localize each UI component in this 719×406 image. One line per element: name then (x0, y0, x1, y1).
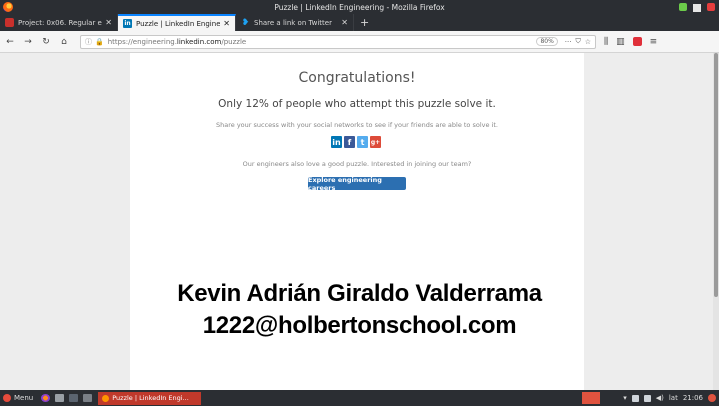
battery-icon[interactable] (643, 394, 651, 402)
url-text: https://engineering.linkedin.com/puzzle (107, 37, 247, 46)
library-icon[interactable]: ⫼ (604, 37, 608, 47)
name-overlay: Kevin Adrián Giraldo Valderrama 1222@hol… (0, 278, 719, 342)
googleplus-share-icon[interactable]: g+ (370, 136, 381, 148)
engineers-text: Our engineers also love a good puzzle. I… (242, 160, 472, 168)
firefox-launcher-icon[interactable] (41, 394, 51, 402)
window-titlebar: Puzzle | LinkedIn Engineering - Mozilla … (0, 0, 719, 14)
home-icon[interactable]: ⌂ (58, 37, 70, 47)
window-title: Puzzle | LinkedIn Engineering - Mozilla … (274, 2, 445, 12)
tab-label: Share a link on Twitter (254, 18, 332, 27)
social-share-buttons: in f t g+ (331, 136, 381, 148)
power-icon[interactable] (708, 394, 716, 402)
url-bar[interactable]: ⓘ 🔒 https://engineering.linkedin.com/puz… (80, 34, 596, 49)
taskbar-window-label: Puzzle | LinkedIn Engi... (112, 394, 189, 402)
tab-label: Puzzle | LinkedIn Enginee (136, 19, 221, 28)
tab-twitter-share[interactable]: ❥ Share a link on Twitter ✕ (236, 14, 354, 31)
workspace-indicator[interactable] (582, 392, 601, 404)
tab-project[interactable]: Project: 0x06. Regular ex ✕ (0, 14, 118, 31)
toolbar-right: ⫼ ▥ ≡ (604, 37, 657, 47)
firefox-icon (102, 394, 110, 402)
page-actions-icon[interactable]: ··· (565, 38, 572, 46)
solve-rate-text: Only 12% of people who attempt this puzz… (218, 98, 496, 110)
close-icon[interactable] (707, 3, 715, 11)
maximize-icon[interactable] (693, 4, 701, 12)
taskbar: Menu Puzzle | LinkedIn Engi... ▾ ◀) lat … (0, 390, 719, 406)
keyboard-layout[interactable]: lat (669, 394, 678, 402)
overlay-name: Kevin Adrián Giraldo Valderrama (177, 280, 542, 307)
zoom-indicator[interactable]: 80% (536, 37, 558, 46)
overlay-email: 1222@holbertonschool.com (202, 312, 517, 339)
project-icon (5, 18, 14, 27)
minimize-icon[interactable] (679, 3, 687, 11)
forward-icon[interactable]: → (22, 37, 34, 47)
bookmark-star-icon[interactable]: ☆ (585, 38, 591, 46)
tab-close-icon[interactable]: ✕ (223, 19, 230, 28)
terminal-launcher-icon[interactable] (69, 394, 79, 402)
linkedin-share-icon[interactable]: in (331, 136, 342, 148)
menu-icon (3, 394, 11, 402)
tab-label: Project: 0x06. Regular ex (18, 18, 103, 27)
page-title: Congratulations! (298, 70, 416, 86)
lock-icon: 🔒 (95, 37, 104, 46)
navigation-bar: ← → ↻ ⌂ ⓘ 🔒 https://engineering.linkedin… (0, 31, 719, 53)
firefox-icon (3, 2, 13, 12)
shield-icon[interactable] (631, 394, 639, 402)
folder-launcher-icon[interactable] (83, 394, 93, 402)
scrollbar-thumb[interactable] (714, 53, 718, 297)
reload-icon[interactable]: ↻ (40, 37, 52, 47)
facebook-share-icon[interactable]: f (344, 136, 355, 148)
explore-careers-button[interactable]: Explore engineering careers (308, 176, 406, 192)
share-prompt: Share your success with your social netw… (216, 121, 498, 129)
new-tab-button[interactable]: + (354, 14, 375, 31)
tab-close-icon[interactable]: ✕ (105, 18, 112, 27)
hamburger-menu-icon[interactable]: ≡ (650, 37, 658, 47)
taskbar-window-firefox[interactable]: Puzzle | LinkedIn Engi... (98, 391, 202, 405)
back-icon[interactable]: ← (4, 37, 16, 47)
start-menu-button[interactable]: Menu (3, 394, 33, 402)
tab-linkedin-puzzle[interactable]: in Puzzle | LinkedIn Enginee ✕ (118, 14, 236, 31)
linkedin-icon: in (123, 19, 132, 28)
quick-launch (41, 394, 93, 402)
volume-icon[interactable]: ◀) (656, 394, 664, 402)
sidebar-icon[interactable]: ▥ (616, 37, 625, 47)
clock[interactable]: 21:06 (683, 394, 703, 402)
tab-strip: Project: 0x06. Regular ex ✕ in Puzzle | … (0, 14, 719, 31)
files-launcher-icon[interactable] (55, 394, 65, 402)
pocket-icon[interactable]: ⛉ (575, 37, 580, 46)
extension-icon[interactable] (632, 37, 642, 46)
system-tray: ▾ ◀) lat 21:06 (582, 392, 716, 404)
browser-content: Congratulations! Only 12% of people who … (0, 53, 719, 390)
info-icon[interactable]: ⓘ (85, 37, 92, 47)
menu-label: Menu (14, 394, 34, 402)
twitter-icon: ❥ (241, 17, 250, 28)
tab-close-icon[interactable]: ✕ (341, 18, 348, 27)
window-controls (679, 3, 715, 12)
twitter-share-icon[interactable]: t (357, 136, 368, 148)
network-icon[interactable]: ▾ (623, 394, 627, 402)
